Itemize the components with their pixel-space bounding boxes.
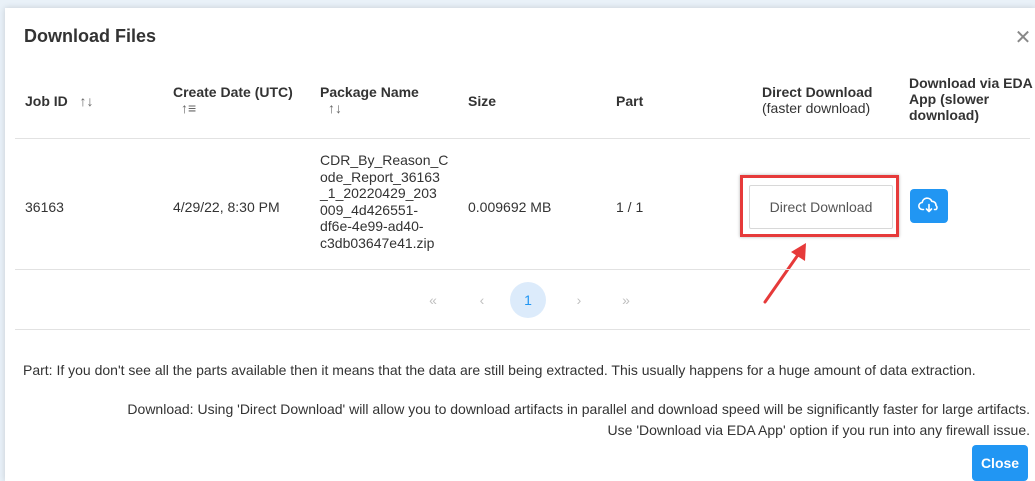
download-note-line2: Use 'Download via EDA App' option if you… xyxy=(607,422,1030,438)
header-job-id[interactable]: Job ID ↑↓ xyxy=(25,93,93,109)
part-note: Part: If you don't see all the parts ava… xyxy=(23,362,976,378)
header-divider xyxy=(15,138,1030,139)
sort-icon[interactable]: ↑↓ xyxy=(72,93,93,109)
next-page-button[interactable]: › xyxy=(561,282,597,318)
header-create-date[interactable]: Create Date (UTC) ↑≡ xyxy=(173,84,293,116)
header-eda-line3: download) xyxy=(909,107,979,123)
header-eda-line2: App (slower xyxy=(909,91,990,107)
close-icon[interactable]: ✕ xyxy=(1013,28,1033,48)
package-name-line: CDR_By_Reason_C xyxy=(320,152,449,168)
package-name-line: _1_20220429_203 xyxy=(320,185,437,201)
header-eda-line1: Download via EDA xyxy=(909,75,1033,91)
header-job-id-label: Job ID xyxy=(25,93,68,109)
header-size: Size xyxy=(468,93,497,109)
header-create-date-label: Create Date (UTC) xyxy=(173,84,293,100)
row-divider xyxy=(15,269,1030,270)
eda-download-button[interactable] xyxy=(910,189,948,223)
cell-job-id: 36163 xyxy=(25,199,64,215)
package-name-line: c3db03647e41.zip xyxy=(320,234,435,251)
cell-size: 0.009692 MB xyxy=(468,199,552,215)
sort-icon[interactable]: ↑↓ xyxy=(320,100,419,116)
download-files-dialog: Download Files ✕ Job ID ↑↓ Create Date (… xyxy=(5,8,1035,481)
header-direct-download: Direct Download (faster download) xyxy=(762,84,872,116)
cell-create-date: 4/29/22, 8:30 PM xyxy=(173,199,280,215)
cell-package-name: CDR_By_Reason_C ode_Report_36163 _1_2022… xyxy=(320,152,448,251)
download-note-line1: Download: Using 'Direct Download' will a… xyxy=(127,401,1030,417)
direct-download-button[interactable]: Direct Download xyxy=(749,185,893,229)
annotation-arrow xyxy=(763,243,806,304)
header-package-name[interactable]: Package Name ↑↓ xyxy=(320,84,419,116)
package-name-line: ode_Report_36163 xyxy=(320,168,440,185)
header-eda-download: Download via EDA App (slower download) xyxy=(909,75,1033,123)
header-package-name-label: Package Name xyxy=(320,84,419,100)
prev-page-button[interactable]: ‹ xyxy=(464,282,500,318)
first-page-button[interactable]: « xyxy=(415,282,451,318)
package-name-line: 009_4d426551- xyxy=(320,201,419,218)
sort-asc-icon[interactable]: ↑≡ xyxy=(173,100,293,116)
close-button[interactable]: Close xyxy=(972,445,1028,481)
pagination-divider xyxy=(15,329,1030,330)
cell-part: 1 / 1 xyxy=(616,199,644,215)
header-part: Part xyxy=(616,93,644,109)
cloud-download-icon xyxy=(918,197,938,213)
page-button-1[interactable]: 1 xyxy=(510,282,546,318)
dialog-title: Download Files xyxy=(24,26,157,46)
last-page-button[interactable]: » xyxy=(608,282,644,318)
header-direct-download-line2: (faster download) xyxy=(762,100,871,116)
package-name-line: df6e-4e99-ad40- xyxy=(320,218,424,234)
header-direct-download-line1: Direct Download xyxy=(762,84,873,100)
